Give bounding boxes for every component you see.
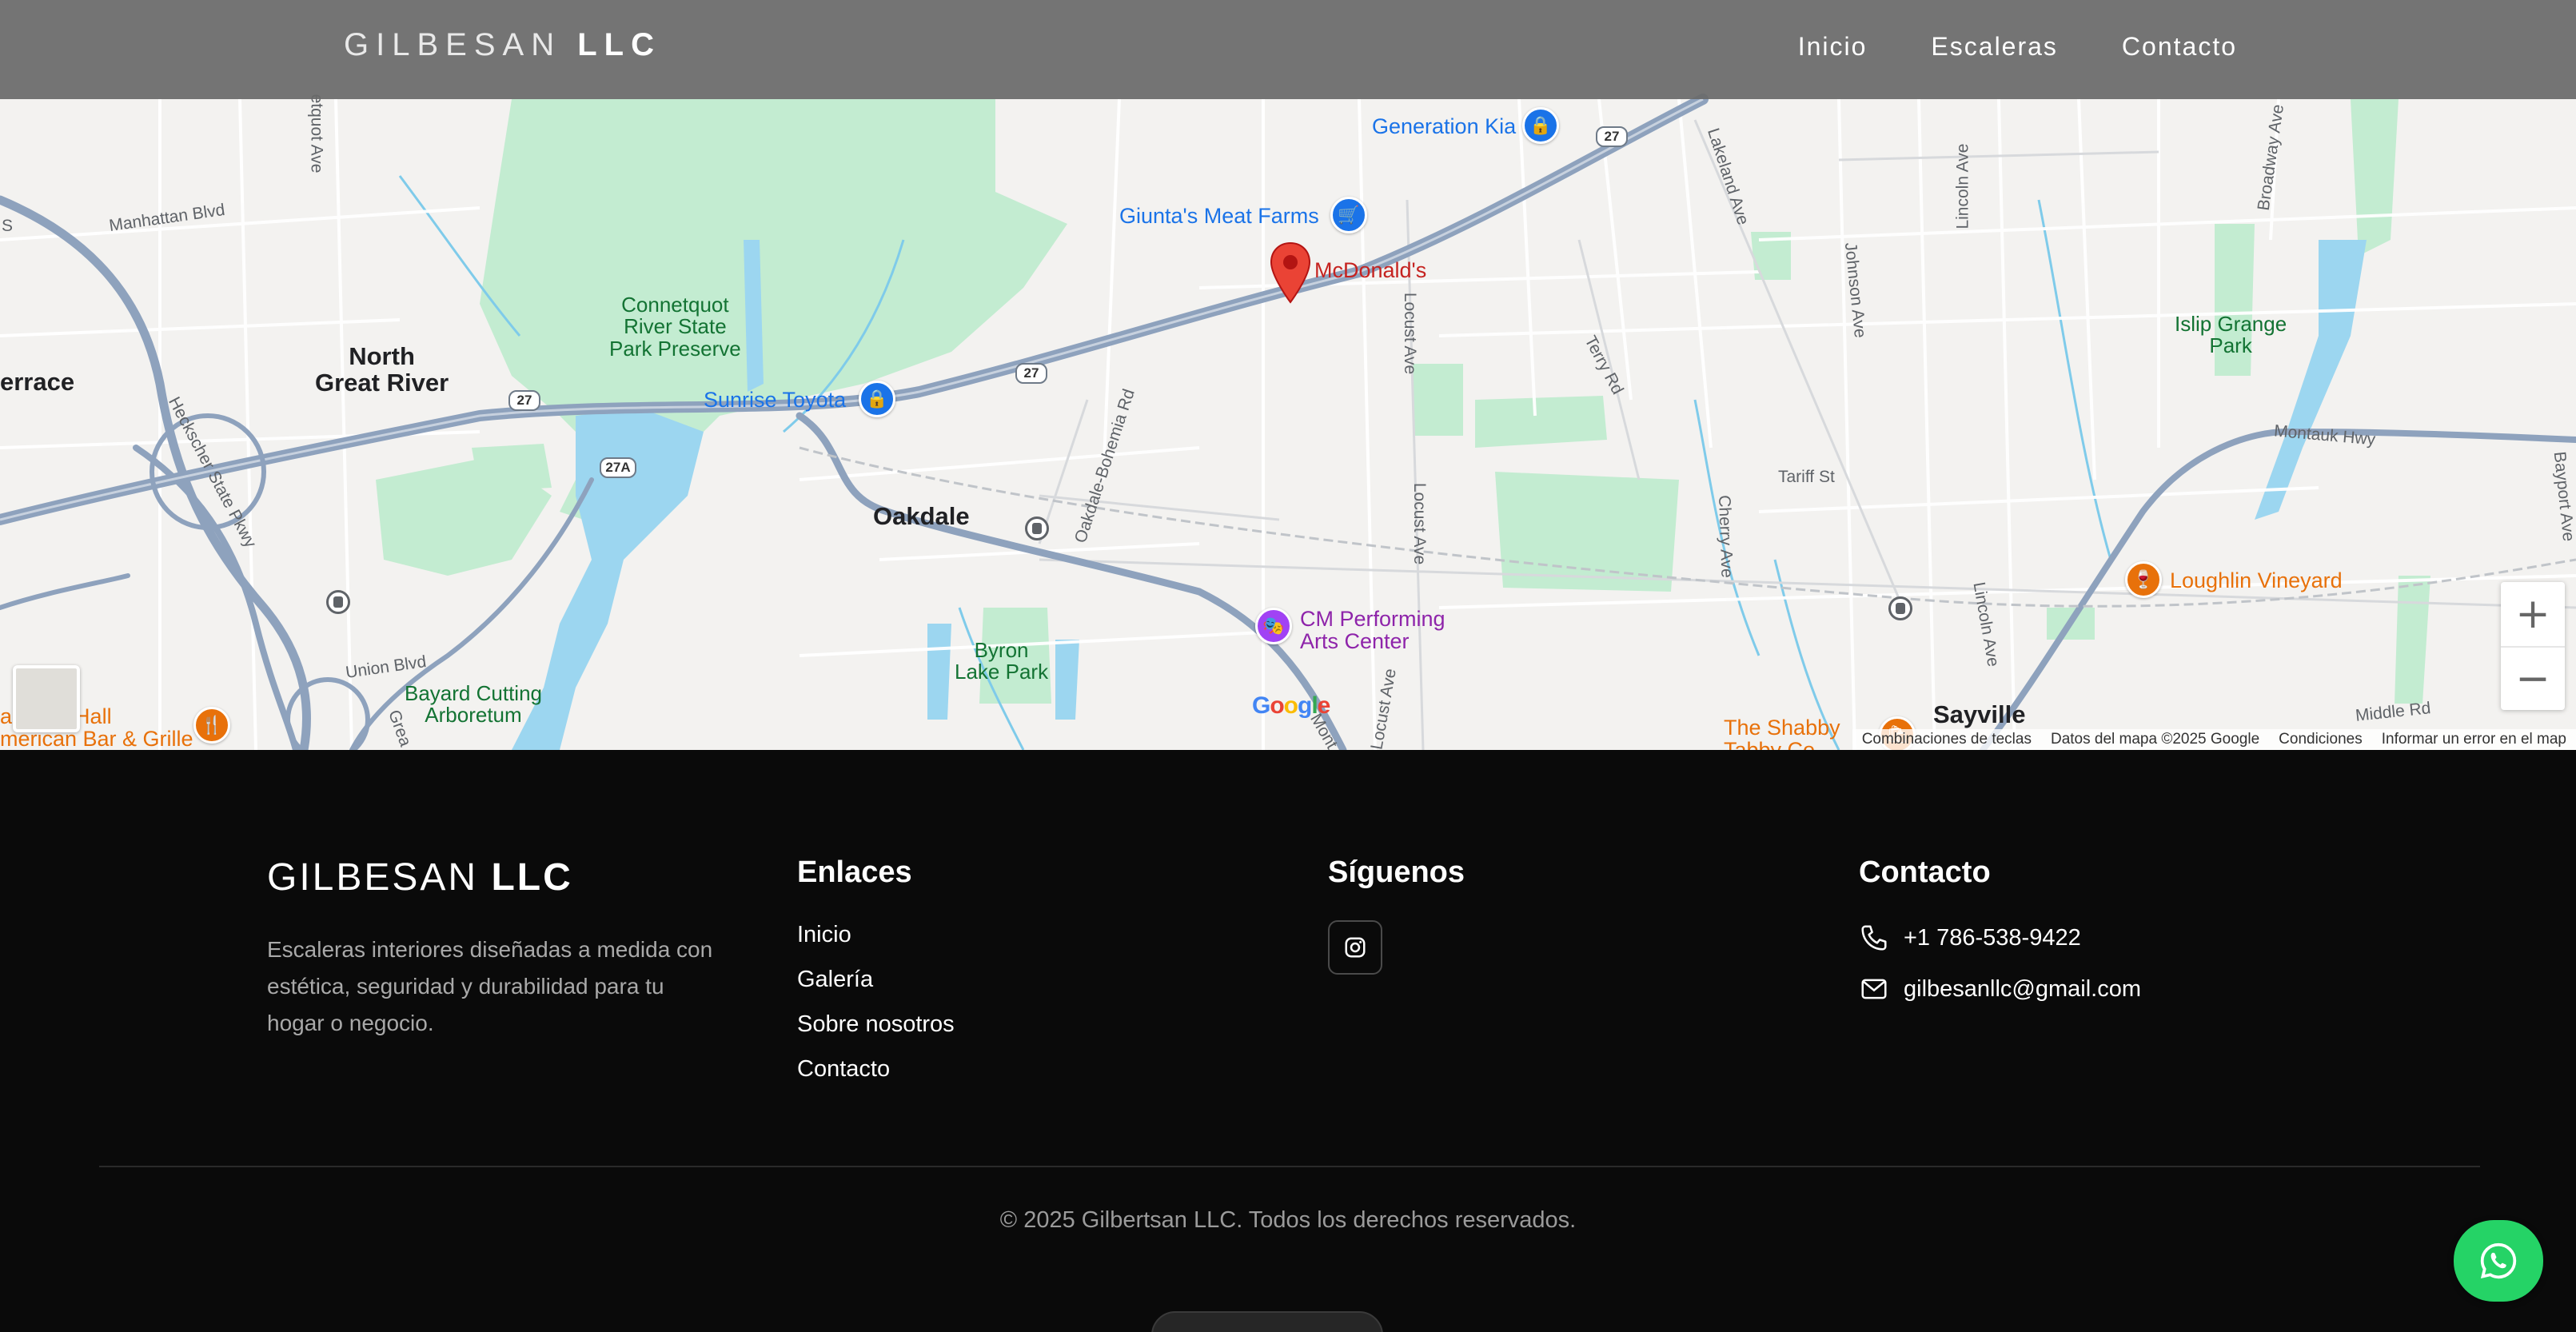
mail-icon [1861, 979, 1887, 999]
transit-stop-icon[interactable] [1025, 516, 1049, 540]
google-logo: Google [1252, 692, 1330, 719]
map-label-sayville: Sayville [1933, 700, 2026, 728]
embedded-map[interactable]: North Great River errace Oakdale Sayvill… [0, 0, 2576, 750]
nav-link-escaleras[interactable]: Escaleras [1931, 32, 2058, 62]
phone-icon [1861, 925, 1887, 951]
shopping-cart-icon[interactable]: 🛒 [1330, 197, 1367, 233]
contact-email-row[interactable]: gilbesanllc@gmail.com [1859, 963, 2141, 1015]
terms-link[interactable]: Condiciones [2269, 731, 2372, 748]
map-label-islip-grange: Islip Grange Park [2175, 312, 2287, 358]
poi-shabby-tabby[interactable]: The Shabby Tabby Co [1724, 716, 1840, 750]
footer-links-column: Enlaces Inicio Galería Sobre nosotros Co… [797, 855, 955, 1101]
map-road-s: S [2, 217, 14, 235]
footer-brand-light: GILBESAN [267, 856, 479, 899]
footer-brand-bold: LLC [491, 856, 573, 899]
footer-social-column: Síguenos [1328, 855, 1465, 975]
contact-phone[interactable]: +1 786-538-9422 [1904, 925, 2081, 951]
report-error-link[interactable]: Informar un error en el map [2372, 731, 2576, 748]
footer-links-list: Inicio Galería Sobre nosotros Contacto [797, 922, 955, 1101]
footer-logo: GILBESAN LLC [267, 855, 715, 899]
footer-link-galeria[interactable]: Galería [797, 967, 955, 1011]
zoom-controls: + − [2501, 582, 2565, 710]
zoom-in-button[interactable]: + [2501, 582, 2565, 646]
route-27-shield: 27 [508, 390, 540, 411]
restaurant-icon[interactable]: 🍴 [193, 707, 230, 744]
bottom-floating-bar[interactable] [1151, 1311, 1383, 1332]
site-logo[interactable]: GILBESAN LLC [344, 27, 661, 63]
copyright-text: © 2025 Gilbertsan LLC. Todos los derecho… [999, 1207, 1577, 1233]
contact-email[interactable]: gilbesanllc@gmail.com [1904, 976, 2141, 1003]
contact-phone-row[interactable]: +1 786-538-9422 [1859, 912, 2141, 963]
map-road-locust-2: Locust Ave [1410, 482, 1430, 565]
footer-contact-column: Contacto +1 786-538-9422 gilbesanllc@gma… [1859, 855, 2141, 1015]
map-road-cherry: Cherry Ave [1714, 494, 1737, 579]
transit-stop-icon[interactable] [1888, 596, 1912, 620]
site-footer: GILBESAN LLC Escaleras interiores diseña… [0, 750, 2576, 1332]
whatsapp-button[interactable] [2454, 1220, 2543, 1302]
map-road-lincoln-1: Lincoln Ave [1953, 143, 1972, 229]
map-data-text: Datos del mapa ©2025 Google [2050, 731, 2260, 748]
nav-link-inicio[interactable]: Inicio [1798, 32, 1868, 62]
poi-mcdonalds[interactable]: McDonald's [1314, 259, 1426, 282]
footer-contact-title: Contacto [1859, 855, 1991, 889]
car-dealer-icon[interactable]: 🔒 [1522, 107, 1559, 144]
theater-icon[interactable]: 🎭 [1255, 608, 1292, 644]
poi-generation-kia[interactable]: Generation Kia [1372, 115, 1516, 138]
location-marker-icon[interactable] [1270, 241, 1311, 304]
top-navbar: GILBESAN LLC Inicio Escaleras Contacto [0, 0, 2576, 99]
map-attribution-bar: Combinaciones de teclas Datos del mapa ©… [1852, 729, 2576, 750]
route-27-shield: 27 [1596, 126, 1628, 147]
map-label-bayard: Bayard Cutting Arboretum [405, 681, 542, 728]
footer-divider [99, 1166, 2480, 1167]
transit-stop-icon[interactable] [326, 590, 350, 614]
map-road-locust-1: Locust Ave [1401, 292, 1420, 375]
route-27-shield: 27 [1015, 363, 1047, 384]
brand-name-light: GILBESAN [344, 27, 562, 62]
footer-description: Escaleras interiores diseñadas a medida … [267, 937, 713, 1035]
whatsapp-icon [2480, 1242, 2517, 1279]
map-label-connetquot: Connetquot River State Park Preserve [609, 293, 741, 361]
instagram-button[interactable] [1328, 920, 1382, 975]
footer-links-title: Enlaces [797, 855, 912, 889]
street-view-pegman-icon[interactable] [13, 665, 80, 732]
footer-contact-list: +1 786-538-9422 gilbesanllc@gmail.com [1859, 912, 2141, 1015]
map-label-byron-lake: Byron Lake Park [955, 638, 1049, 684]
instagram-icon [1345, 937, 1366, 958]
footer-link-inicio[interactable]: Inicio [797, 922, 955, 967]
footer-link-sobre-nosotros[interactable]: Sobre nosotros [797, 1011, 955, 1056]
footer-link-contacto[interactable]: Contacto [797, 1056, 955, 1101]
brand-name-bold: LLC [577, 27, 661, 62]
winery-icon[interactable]: 🍷 [2125, 561, 2162, 598]
map-label-oakdale: Oakdale [873, 502, 970, 530]
map-road-tariff: Tariff St [1778, 468, 1835, 486]
footer-brand-column: GILBESAN LLC Escaleras interiores diseña… [267, 855, 715, 1042]
nav-link-contacto[interactable]: Contacto [2122, 32, 2237, 62]
route-27a-shield: 27A [600, 457, 636, 478]
footer-social-title: Síguenos [1328, 855, 1465, 889]
car-dealer-icon[interactable]: 🔒 [859, 381, 895, 417]
map-road-connetquot-ave: etquot Ave [307, 94, 326, 173]
poi-sunrise-toyota[interactable]: Sunrise Toyota [704, 389, 846, 412]
map-label-north-great-river: North Great River [315, 342, 449, 397]
poi-loughlin[interactable]: Loughlin Vineyard [2170, 569, 2343, 592]
map-label-terrace: errace [0, 368, 75, 396]
poi-cm-performing[interactable]: CM Performing Arts Center [1300, 608, 1446, 653]
zoom-out-button[interactable]: − [2501, 646, 2565, 710]
poi-giuntas[interactable]: Giunta's Meat Farms [1119, 205, 1319, 228]
keyboard-shortcuts-link[interactable]: Combinaciones de teclas [1852, 731, 2041, 748]
nav-menu: Inicio Escaleras Contacto [1798, 32, 2237, 62]
